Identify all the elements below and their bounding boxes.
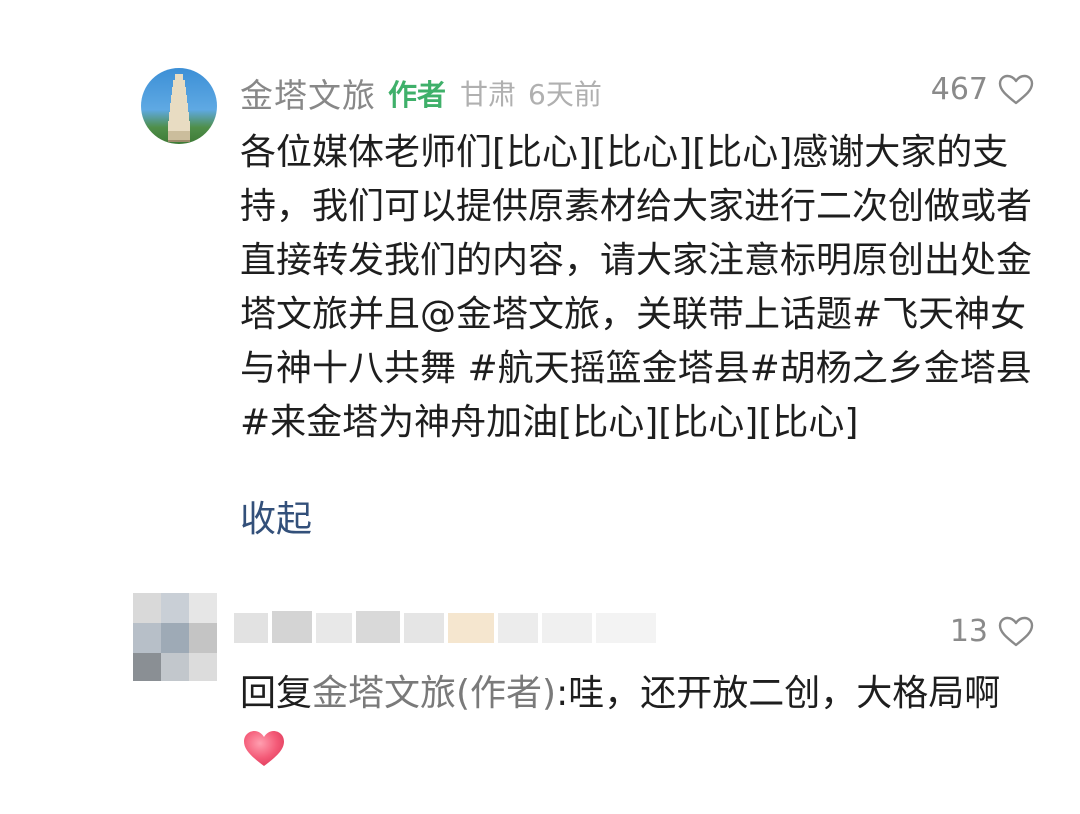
reply-prefix: 回复: [240, 673, 313, 714]
timestamp: 6天前: [528, 78, 602, 111]
comment-body: 各位媒体老师们[比心][比心][比心]感谢大家的支持，我们可以提供原素材给大家进…: [240, 132, 1033, 443]
author-badge: 作者: [388, 78, 447, 112]
like-count: 467: [930, 72, 988, 107]
location-label: 甘肃: [460, 78, 517, 111]
reply-like-button[interactable]: 13: [950, 614, 1034, 649]
username[interactable]: 金塔文旅: [240, 69, 376, 117]
reply-avatar[interactable]: [133, 593, 217, 681]
heart-outline-icon: [998, 74, 1034, 104]
comment-thread: 金塔文旅 作者 甘肃 6天前 467 各位媒体老师们[比心][比心][比心]感谢…: [0, 0, 1080, 814]
heart-emoji-icon: [244, 731, 284, 766]
reply-content: :哇，还开放二创，大格局啊: [556, 673, 1001, 714]
heart-outline-icon: [998, 616, 1034, 646]
comment-header: 金塔文旅 作者 甘肃 6天前: [240, 70, 602, 116]
reply-like-count: 13: [949, 614, 988, 649]
author-avatar[interactable]: [141, 68, 217, 144]
collapse-link[interactable]: 收起: [240, 493, 312, 547]
reply-target-user[interactable]: 金塔文旅(作者): [312, 673, 556, 714]
pagoda-image: [168, 74, 190, 142]
reply-body: 回复金塔文旅(作者):哇，还开放二创，大格局啊: [240, 665, 1040, 781]
reply-username-blurred[interactable]: [234, 607, 664, 647]
like-button[interactable]: 467: [931, 72, 1034, 107]
